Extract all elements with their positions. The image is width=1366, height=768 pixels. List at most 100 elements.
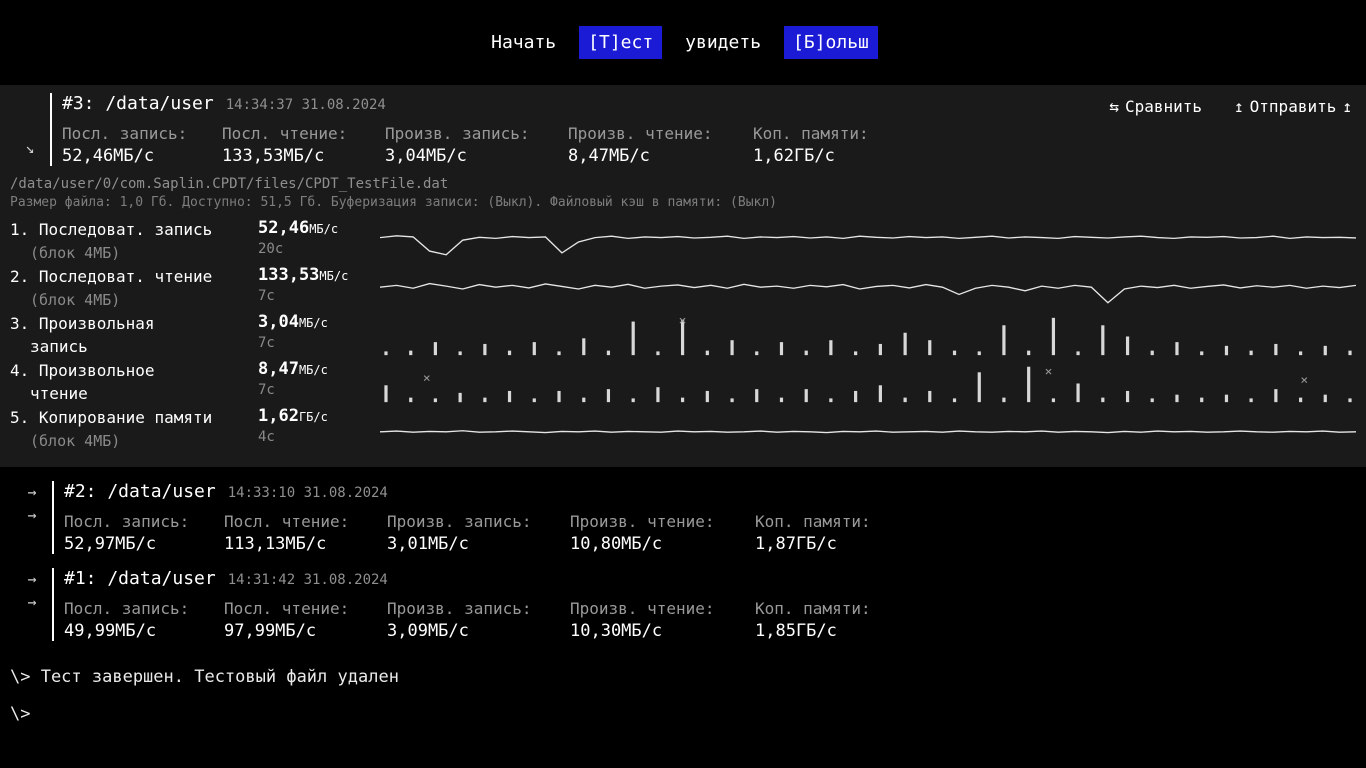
history-body: #2: /data/user14:33:10 31.08.2024Посл. з…	[54, 481, 1354, 554]
history-entry-2[interactable]: →→#2: /data/user14:33:10 31.08.2024Посл.…	[12, 481, 1354, 554]
svg-text:×: ×	[1300, 372, 1308, 387]
test-name: 4. Произвольное	[10, 359, 258, 383]
metric-value: 10,30МБ/с	[570, 621, 755, 641]
metric-label: Коп. памяти:	[753, 124, 1356, 143]
test-speed-unit: МБ/с	[319, 269, 348, 283]
test-speed: 3,04МБ/с	[258, 312, 380, 332]
metric-value: 52,97МБ/с	[64, 534, 224, 554]
metric-label: Произв. чтение:	[568, 124, 753, 143]
metric-label: Произв. запись:	[385, 124, 568, 143]
test-speed-unit: МБ/с	[299, 316, 328, 330]
test-name-cell: 4. Произвольноечтение	[10, 359, 258, 405]
menu-item-1[interactable]: Начать	[488, 26, 559, 59]
test-subtitle: (блок 4МБ)	[10, 289, 258, 311]
test-row-3: 3. Произвольнаязапись3,04МБ/с7с×	[10, 312, 1356, 359]
metric-label: Посл. запись:	[64, 599, 224, 618]
expand-arrow-icon[interactable]: →	[27, 485, 36, 500]
compare-icon: ⇆	[1109, 97, 1119, 116]
test-value-cell: 3,04МБ/с7с	[258, 312, 380, 354]
test-duration: 20с	[258, 238, 380, 260]
console-line: \> Тест завершен. Тестовый файл удален	[10, 667, 1356, 687]
test-subtitle: (блок 4МБ)	[10, 430, 258, 452]
test-file-path: /data/user/0/com.Saplin.CPDT/files/CPDT_…	[10, 176, 1356, 192]
test-speed-unit: ГБ/с	[299, 410, 328, 424]
metric-label: Посл. чтение:	[222, 124, 385, 143]
menu-item-2[interactable]: [Т]ест	[579, 26, 662, 59]
test-speed-unit: МБ/с	[309, 222, 338, 236]
result-metric-values: 52,46МБ/с133,53МБ/с3,04МБ/с8,47МБ/с1,62Г…	[62, 146, 1356, 166]
metric-value: 49,99МБ/с	[64, 621, 224, 641]
collapse-arrow-icon[interactable]: ↘	[25, 141, 34, 156]
result-title: #1: /data/user	[64, 568, 216, 589]
result-metric-labels: Посл. запись:Посл. чтение:Произв. запись…	[64, 512, 1354, 531]
svg-text:×: ×	[1045, 363, 1053, 378]
result-metric-labels: Посл. запись:Посл. чтение:Произв. запись…	[62, 124, 1356, 143]
test-speed: 8,47МБ/с	[258, 359, 380, 379]
svg-text:×: ×	[423, 370, 431, 385]
test-value-cell: 133,53МБ/с7с	[258, 265, 380, 307]
test-speed-value: 8,47	[258, 359, 299, 379]
send-icon: ↥	[1234, 97, 1244, 116]
test-subtitle: чтение	[10, 383, 258, 405]
history-section: →→#2: /data/user14:33:10 31.08.2024Посл.…	[0, 467, 1366, 641]
test-row-5: 5. Копирование памяти(блок 4МБ)1,62ГБ/с4…	[10, 406, 1356, 453]
current-result-panel: ↘ #3: /data/user 14:34:37 31.08.2024 ⇆Ср…	[0, 85, 1366, 467]
result-metric-values: 52,97МБ/с113,13МБ/с3,01МБ/с10,80МБ/с1,87…	[64, 534, 1354, 554]
expand-arrow-icon[interactable]: →	[27, 572, 36, 587]
metric-label: Посл. чтение:	[224, 599, 387, 618]
metric-value: 3,01МБ/с	[387, 534, 570, 554]
expand-arrow-icon[interactable]: →	[27, 508, 36, 523]
menu-item-3[interactable]: увидеть	[682, 26, 764, 59]
result-metric-values: 49,99МБ/с97,99МБ/с3,09МБ/с10,30МБ/с1,85Г…	[64, 621, 1354, 641]
test-speed: 133,53МБ/с	[258, 265, 380, 285]
history-gutter: →→	[12, 568, 52, 641]
compare-button[interactable]: ⇆Сравнить	[1109, 97, 1202, 116]
send-label: Отправить	[1250, 97, 1337, 116]
test-value-cell: 8,47МБ/с7с	[258, 359, 380, 401]
test-value-cell: 1,62ГБ/с4с	[258, 406, 380, 448]
test-name-cell: 1. Последоват. запись(блок 4МБ)	[10, 218, 258, 264]
test-speed: 1,62ГБ/с	[258, 406, 380, 426]
history-body: #1: /data/user14:31:42 31.08.2024 Посл. з…	[54, 568, 1354, 641]
metric-value: 97,99МБ/с	[224, 621, 387, 641]
test-chart-3: ×	[380, 312, 1356, 359]
metric-value: 1,62ГБ/с	[753, 146, 1356, 166]
send-button[interactable]: ↥ Отправить ↥	[1234, 97, 1352, 116]
test-name: 2. Последоват. чтение	[10, 265, 258, 289]
result-gutter: ↘	[10, 93, 50, 166]
test-speed-value: 3,04	[258, 312, 299, 332]
metric-label: Посл. запись:	[62, 124, 222, 143]
metric-value: 1,85ГБ/с	[755, 621, 1354, 641]
test-name-cell: 2. Последоват. чтение(блок 4МБ)	[10, 265, 258, 311]
test-name-cell: 3. Произвольнаязапись	[10, 312, 258, 358]
metric-label: Посл. чтение:	[224, 512, 387, 531]
svg-text:×: ×	[679, 314, 687, 327]
test-duration: 7с	[258, 332, 380, 354]
metric-label: Посл. запись:	[64, 512, 224, 531]
test-speed-unit: МБ/с	[299, 363, 328, 377]
metric-label: Коп. памяти:	[755, 599, 1354, 618]
test-name: 5. Копирование памяти	[10, 406, 258, 430]
test-duration: 7с	[258, 379, 380, 401]
result-timestamp: 14:34:37 31.08.2024	[226, 97, 386, 113]
metric-value: 1,87ГБ/с	[755, 534, 1354, 554]
tests-list: 1. Последоват. запись(блок 4МБ)52,46МБ/с…	[10, 218, 1356, 453]
result-title: #2: /data/user	[64, 481, 216, 502]
test-chart-4: × × ×	[380, 359, 1356, 406]
result-actions: ⇆Сравнить ↥ Отправить ↥	[1109, 97, 1356, 116]
metric-label: Произв. запись:	[387, 599, 570, 618]
metric-value: 10,80МБ/с	[570, 534, 755, 554]
metric-value: 3,09МБ/с	[387, 621, 570, 641]
send-icon: ↥	[1342, 97, 1352, 116]
test-value-cell: 52,46МБ/с20с	[258, 218, 380, 260]
history-gutter: →→	[12, 481, 52, 554]
history-title-row: #1: /data/user14:31:42 31.08.2024	[64, 568, 1354, 594]
result-metric-labels: Посл. запись:Посл. чтение:Произв. запись…	[64, 599, 1354, 618]
menu-item-4[interactable]: [Б]ольш	[784, 26, 878, 59]
metric-value: 52,46МБ/с	[62, 146, 222, 166]
test-row-1: 1. Последоват. запись(блок 4МБ)52,46МБ/с…	[10, 218, 1356, 265]
test-speed: 52,46МБ/с	[258, 218, 380, 238]
test-subtitle: (блок 4МБ)	[10, 242, 258, 264]
expand-arrow-icon[interactable]: →	[27, 595, 36, 610]
history-entry-1[interactable]: →→#1: /data/user14:31:42 31.08.2024Посл.…	[12, 568, 1354, 641]
